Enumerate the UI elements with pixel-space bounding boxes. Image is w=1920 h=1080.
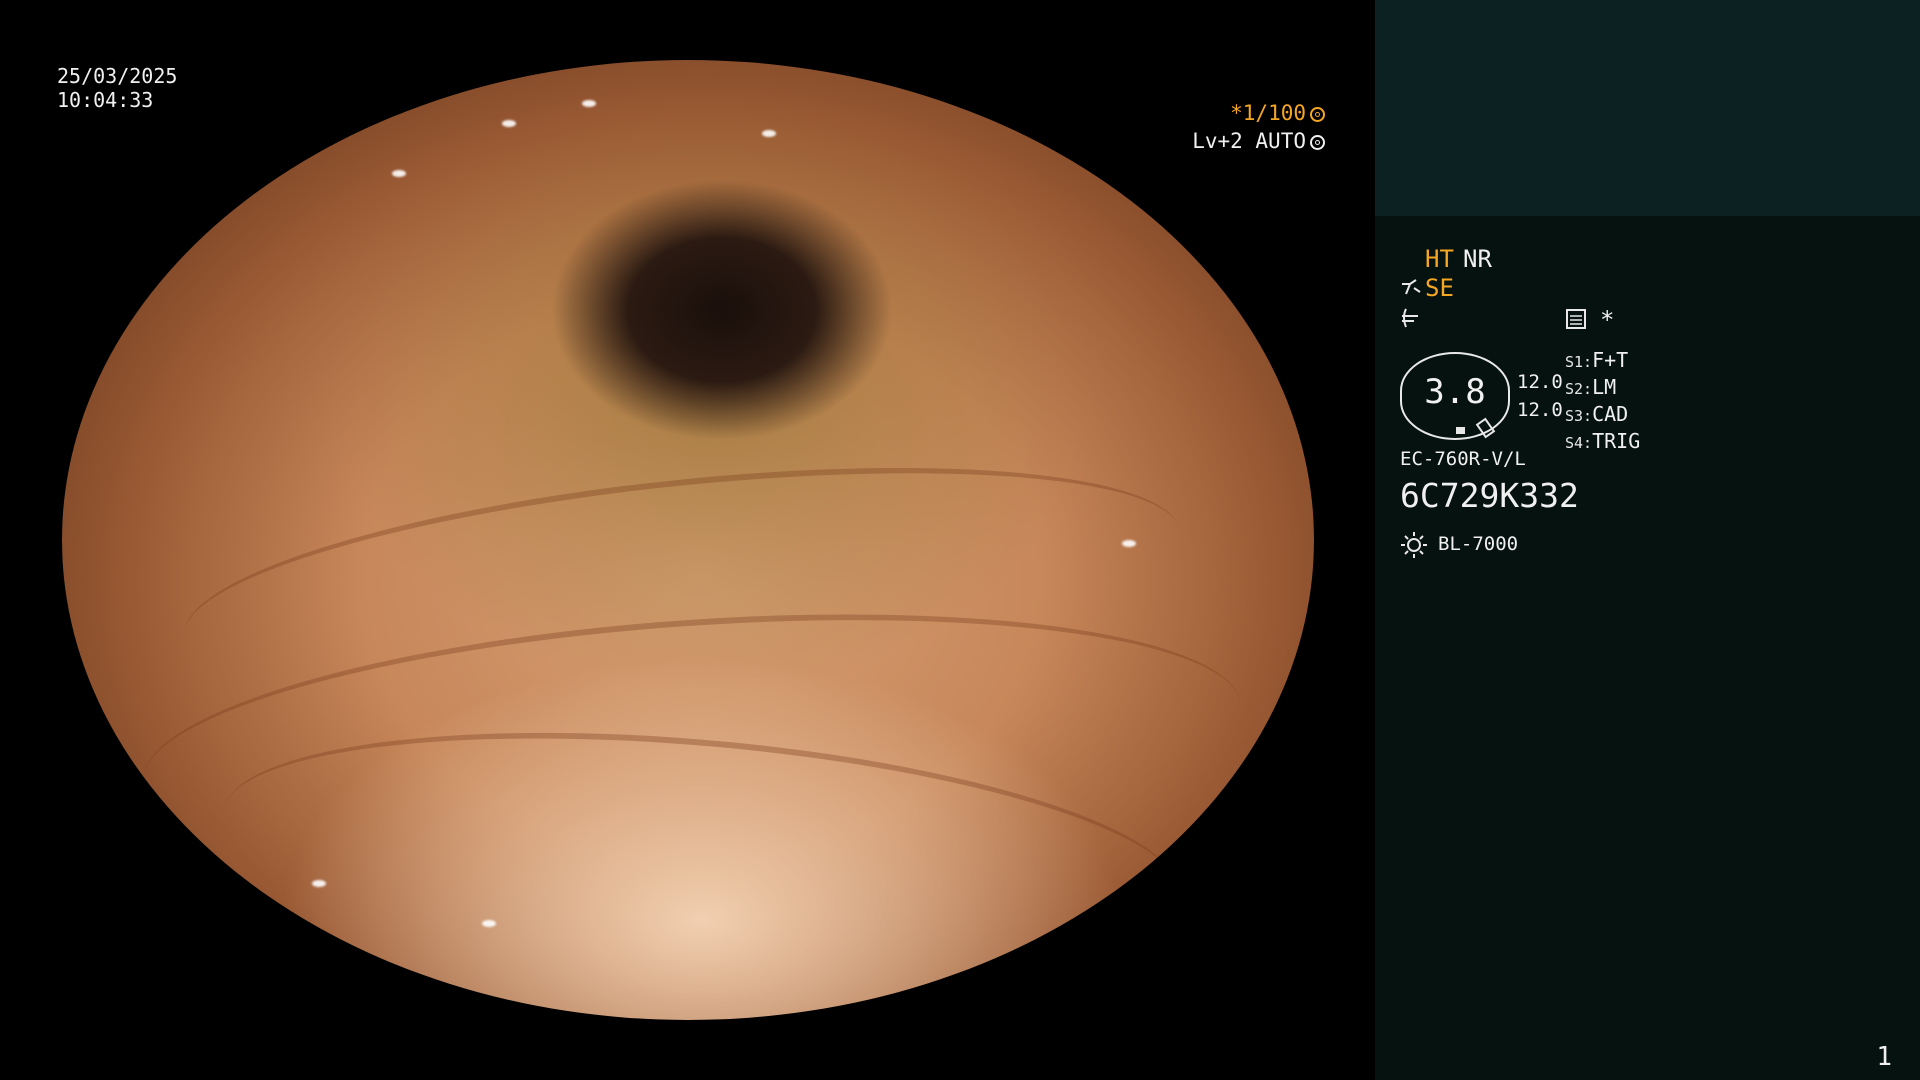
shutter-icon (1310, 107, 1325, 122)
specular-highlight (392, 170, 406, 177)
iris-icon (1310, 135, 1325, 150)
page-number: 1 (1876, 1042, 1892, 1072)
scope-setting-s1: S1:F+T (1565, 348, 1629, 372)
scope-setting-s4: S4:TRIG (1565, 429, 1641, 453)
tool-icon (1475, 417, 1496, 439)
star-indicator: * (1600, 306, 1615, 334)
scope-serial: 6C729K332 (1400, 476, 1579, 515)
mode-se: SE (1425, 274, 1454, 302)
specular-highlight (762, 130, 776, 137)
scope-model: EC-760R-V/L (1400, 448, 1526, 470)
scope-setting-s3: S3:CAD (1565, 402, 1629, 426)
scope-settings-list: S1:F+T S2:LM S3:CAD S4:TRIG (1565, 348, 1640, 456)
specular-highlight (502, 120, 516, 127)
specular-highlight (482, 920, 496, 927)
level-text: Lv+2 AUTO (1192, 129, 1306, 153)
date-text: 25/03/2025 (57, 64, 178, 88)
light-source-model: BL-7000 (1438, 533, 1519, 555)
mode-nr: NR (1463, 245, 1492, 273)
light-source-icon (1401, 532, 1427, 558)
timestamp: 25/03/2025 10:04:33 (57, 64, 177, 112)
value-b: 12.0 (1517, 399, 1563, 421)
zoom-marker-icon (1456, 427, 1465, 434)
mode-ht: HT (1425, 245, 1454, 273)
endoscopy-viewport: 25/03/2025 10:04:33 *1/100 Lv+2 AUTO (0, 0, 1375, 1080)
value-a: 12.0 (1517, 371, 1563, 393)
zoom-indicator: 3.8 (1400, 352, 1510, 440)
settings-menu-icon (1566, 309, 1586, 329)
time-text: 10:04:33 (57, 88, 154, 112)
signal-icon (1402, 308, 1418, 328)
shutter-speed: *1/100 (1230, 100, 1325, 126)
panel-header-area (1375, 0, 1920, 216)
info-panel: HT NR SE * 3.8 12.0 12.0 S1:F+T S2:LM S3… (1375, 0, 1920, 1080)
specular-highlight (582, 100, 596, 107)
endoscopy-image (62, 60, 1314, 1020)
specular-highlight (312, 880, 326, 887)
structure-enhance-icon (1402, 279, 1421, 295)
zoom-value: 3.8 (1424, 372, 1486, 412)
brightness-level: Lv+2 AUTO (1192, 128, 1325, 154)
scope-setting-s2: S2:LM (1565, 375, 1617, 399)
shutter-text: *1/100 (1230, 101, 1306, 125)
specular-highlight (1122, 540, 1136, 547)
